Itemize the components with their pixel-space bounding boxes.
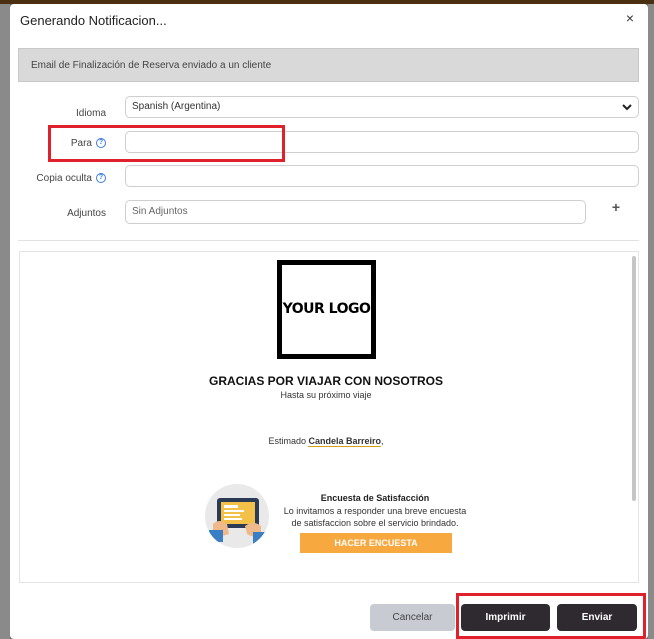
thanks-heading: GRACIAS POR VIAJAR CON NOSOTROS [208, 374, 444, 388]
logo-placeholder: YOUR LOGO [277, 260, 376, 359]
survey-button[interactable]: HACER ENCUESTA [300, 533, 452, 553]
copia-oculta-label: Copia oculta [36, 173, 92, 184]
thanks-subtitle: Hasta su próximo viaje [280, 390, 372, 400]
survey-tablet-icon [205, 484, 269, 548]
divider [18, 240, 639, 241]
idioma-label: Idioma [75, 108, 106, 119]
preview-scrollbar[interactable] [632, 256, 636, 501]
help-icon[interactable]: ? [96, 138, 106, 149]
greeting-prefix: Estimado [268, 436, 309, 446]
adjuntos-placeholder: Sin Adjuntos [132, 206, 188, 217]
greeting-suffix: , [381, 436, 384, 446]
add-attachment-button[interactable]: + [609, 200, 623, 214]
background-page-right [648, 4, 654, 639]
help-icon[interactable]: ? [96, 173, 106, 184]
idioma-select[interactable]: Spanish (Argentina) [125, 96, 639, 118]
adjuntos-label: Adjuntos [67, 208, 106, 219]
cancel-button[interactable]: Cancelar [370, 604, 455, 631]
customer-name: Candela Barreiro [308, 436, 382, 447]
survey-title: Encuesta de Satisfacción [320, 493, 430, 503]
send-button[interactable]: Enviar [557, 604, 637, 631]
background-page-left [0, 4, 10, 639]
greeting: Estimado Candela Barreiro, [150, 436, 502, 447]
para-label: Para [70, 138, 92, 149]
info-bar: Email de Finalización de Reserva enviado… [18, 48, 639, 82]
modal-header: Generando Notificacion... × [10, 4, 648, 34]
modal-title: Generando Notificacion... [20, 13, 167, 28]
para-input[interactable] [125, 131, 639, 153]
logo-text: YOUR LOGO [282, 301, 371, 317]
adjuntos-input[interactable]: Sin Adjuntos [125, 200, 586, 224]
para-label-row: Para? [24, 138, 106, 149]
notification-modal: Generando Notificacion... × Email de Fin… [10, 4, 648, 639]
copia-label-row: Copia oculta? [24, 173, 106, 184]
survey-text: Lo invitamos a responder una breve encue… [283, 506, 467, 528]
idioma-select-value: Spanish (Argentina) [132, 101, 221, 112]
info-text: Email de Finalización de Reserva enviado… [31, 60, 272, 71]
print-button[interactable]: Imprimir [461, 604, 550, 631]
close-icon[interactable]: × [622, 10, 638, 26]
survey-illustration [209, 498, 267, 544]
chevron-down-icon [622, 104, 632, 111]
copia-oculta-input[interactable] [125, 165, 639, 187]
